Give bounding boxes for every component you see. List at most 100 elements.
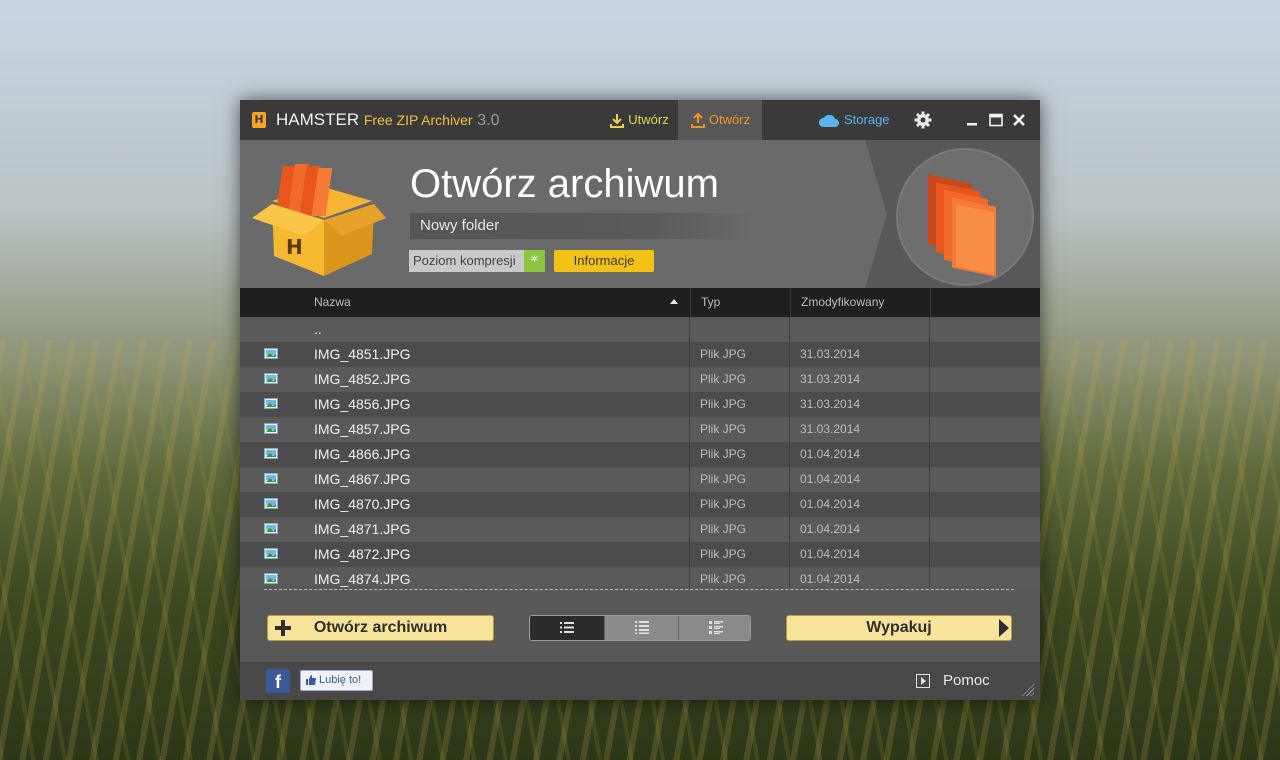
table-row[interactable]: IMG_4852.JPG Plik JPG 31.03.2014 xyxy=(240,367,1040,392)
file-type: Plik JPG xyxy=(700,372,747,386)
file-name: IMG_4851.JPG xyxy=(314,346,411,362)
storage-button[interactable]: Storage xyxy=(818,100,890,140)
app-window: H HAMSTER Free ZIP Archiver 3.0 Utwórz O… xyxy=(240,100,1040,700)
column-header-modified[interactable]: Zmodyfikowany xyxy=(790,288,930,317)
list-view-button[interactable] xyxy=(530,616,604,640)
like-button[interactable]: Lubię to! xyxy=(300,670,373,691)
file-name: IMG_4857.JPG xyxy=(314,421,411,437)
file-type: Plik JPG xyxy=(700,397,747,411)
file-modified-date: 01.04.2014 xyxy=(800,497,861,511)
resize-grip-icon[interactable] xyxy=(1020,682,1034,696)
tab-create-label: Utwórz xyxy=(628,112,669,127)
file-modified-date: 31.03.2014 xyxy=(800,347,861,361)
file-modified-date: 01.04.2014 xyxy=(800,572,861,586)
file-name: IMG_4870.JPG xyxy=(314,496,411,512)
app-name: HAMSTER xyxy=(276,110,360,129)
open-archive-icon xyxy=(928,174,996,277)
file-name: IMG_4872.JPG xyxy=(314,546,411,562)
table-row[interactable]: IMG_4857.JPG Plik JPG 31.03.2014 xyxy=(240,417,1040,442)
help-play-icon[interactable] xyxy=(916,674,930,688)
folder-name-field[interactable]: Nowy folder xyxy=(410,213,755,239)
table-row[interactable]: IMG_4866.JPG Plik JPG 01.04.2014 xyxy=(240,442,1040,467)
file-type: Plik JPG xyxy=(700,572,747,586)
parent-folder-label: .. xyxy=(314,321,322,337)
tiles-view-icon xyxy=(709,621,723,634)
file-type: Plik JPG xyxy=(700,447,747,461)
compression-label: Poziom kompresji xyxy=(409,250,524,272)
file-table-body: .. IMG_4851.JPG Plik JPG 31.03.2014 IMG_485… xyxy=(240,317,1040,587)
list-view-icon xyxy=(560,622,574,633)
gear-icon[interactable] xyxy=(914,111,932,129)
table-row[interactable]: IMG_4872.JPG Plik JPG 01.04.2014 xyxy=(240,542,1040,567)
info-button[interactable]: Informacje xyxy=(554,250,654,272)
file-modified-date: 01.04.2014 xyxy=(800,522,861,536)
folder-name: Nowy folder xyxy=(420,217,500,234)
open-archive-orb xyxy=(896,148,1034,286)
parent-folder-row[interactable]: .. xyxy=(240,317,1040,342)
file-name: IMG_4852.JPG xyxy=(314,371,411,387)
help-link[interactable]: Pomoc xyxy=(943,672,990,689)
archive-box-icon: H xyxy=(252,164,386,276)
file-type: Plik JPG xyxy=(700,347,747,361)
table-row[interactable]: IMG_4867.JPG Plik JPG 01.04.2014 xyxy=(240,467,1040,492)
table-row[interactable]: IMG_4871.JPG Plik JPG 01.04.2014 xyxy=(240,517,1040,542)
image-file-icon xyxy=(264,448,278,459)
upload-icon xyxy=(690,112,705,128)
maximize-icon[interactable] xyxy=(988,112,1004,128)
image-file-icon xyxy=(264,523,278,534)
facebook-icon[interactable]: f xyxy=(266,669,290,693)
tab-create[interactable]: Utwórz xyxy=(602,100,676,140)
image-file-icon xyxy=(264,473,278,484)
image-file-icon xyxy=(264,398,278,409)
tab-open[interactable]: Otwórz xyxy=(678,100,762,140)
file-type: Plik JPG xyxy=(700,522,747,536)
column-header-empty xyxy=(930,288,1040,317)
plus-icon xyxy=(275,620,291,636)
svg-text:H: H xyxy=(286,235,303,259)
column-divider xyxy=(789,317,790,587)
close-icon[interactable] xyxy=(1011,112,1027,128)
storage-label: Storage xyxy=(844,112,890,127)
image-file-icon xyxy=(264,423,278,434)
file-modified-date: 01.04.2014 xyxy=(800,447,861,461)
file-type: Plik JPG xyxy=(700,422,747,436)
download-icon xyxy=(610,113,625,128)
tiles-view-button[interactable] xyxy=(678,616,750,640)
file-table-header: Nazwa Typ Zmodyfikowany xyxy=(240,288,1040,317)
file-modified-date: 31.03.2014 xyxy=(800,397,861,411)
file-modified-date: 31.03.2014 xyxy=(800,372,861,386)
table-row[interactable]: IMG_4874.JPG Plik JPG 01.04.2014 xyxy=(240,567,1040,587)
details-view-button[interactable] xyxy=(604,616,678,640)
column-header-type[interactable]: Typ xyxy=(690,288,790,317)
file-name: IMG_4871.JPG xyxy=(314,521,411,537)
thumbs-up-icon xyxy=(306,675,316,685)
cloud-icon xyxy=(818,114,839,127)
app-title: HAMSTER Free ZIP Archiver 3.0 xyxy=(276,110,500,130)
table-bottom-divider xyxy=(264,589,1014,590)
app-product: Free ZIP Archiver xyxy=(363,112,473,128)
image-file-icon xyxy=(264,573,278,584)
image-file-icon xyxy=(264,498,278,509)
image-file-icon xyxy=(264,548,278,559)
extract-button[interactable]: Wypakuj xyxy=(786,615,1012,641)
file-modified-date: 01.04.2014 xyxy=(800,547,861,561)
column-header-name[interactable]: Nazwa xyxy=(304,288,690,317)
tab-open-label: Otwórz xyxy=(708,112,751,127)
extract-label: Wypakuj xyxy=(866,619,932,636)
minimize-icon[interactable] xyxy=(964,112,980,128)
file-name: IMG_4874.JPG xyxy=(314,571,411,587)
table-row[interactable]: IMG_4870.JPG Plik JPG 01.04.2014 xyxy=(240,492,1040,517)
column-divider xyxy=(929,317,930,587)
file-name: IMG_4866.JPG xyxy=(314,446,411,462)
open-archive-label: Otwórz archiwum xyxy=(313,619,448,636)
file-type: Plik JPG xyxy=(700,472,747,486)
like-label: Lubię to! xyxy=(319,674,362,686)
open-archive-button[interactable]: Otwórz archiwum xyxy=(267,615,494,641)
compression-level[interactable]: Poziom kompresji * xyxy=(409,250,545,272)
sort-ascending-icon xyxy=(670,299,678,304)
view-mode-switcher xyxy=(529,615,751,641)
table-row[interactable]: IMG_4851.JPG Plik JPG 31.03.2014 xyxy=(240,342,1040,367)
file-type: Plik JPG xyxy=(700,497,747,511)
table-row[interactable]: IMG_4856.JPG Plik JPG 31.03.2014 xyxy=(240,392,1040,417)
file-type: Plik JPG xyxy=(700,547,747,561)
